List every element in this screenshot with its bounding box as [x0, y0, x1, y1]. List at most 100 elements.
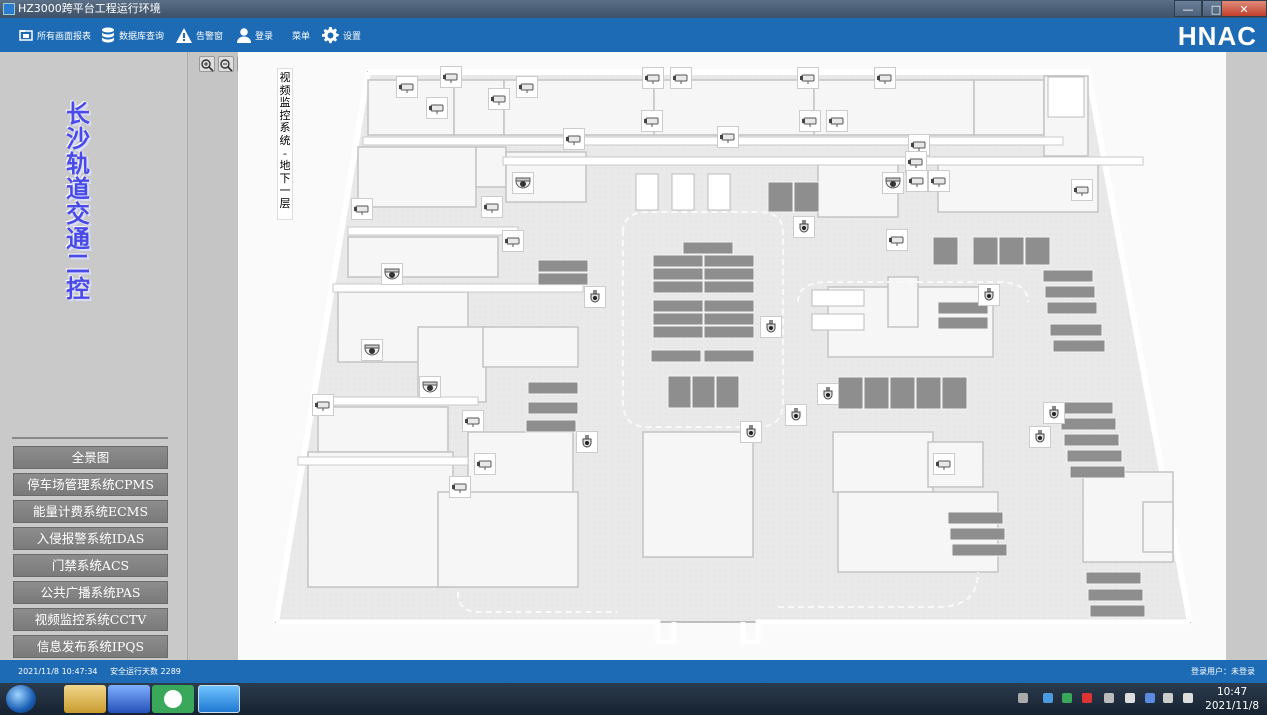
menu-alarm[interactable]: 告警窗 — [176, 18, 223, 52]
bullet-camera-icon[interactable] — [642, 67, 664, 89]
menu-settings[interactable]: 设置 — [322, 18, 361, 52]
nav-acs[interactable]: 门禁系统ACS — [13, 554, 168, 577]
tray-bluetooth-icon[interactable] — [1145, 693, 1155, 703]
nav-cpms[interactable]: 停车场管理系统CPMS — [13, 473, 168, 496]
warning-icon — [176, 27, 192, 43]
bullet-camera-icon[interactable] — [481, 196, 503, 218]
status-login-user: 登录用户：未登录 — [1191, 667, 1255, 676]
dome-camera-icon[interactable] — [381, 263, 403, 285]
menu-bar: 所有画面报表 数据库查询 告警窗 登录 菜单 设置 HNAC — [0, 18, 1267, 52]
ptz-camera-icon[interactable] — [1029, 426, 1051, 448]
bullet-camera-icon[interactable] — [449, 476, 471, 498]
ptz-camera-icon[interactable] — [1043, 402, 1065, 424]
window-title: HZ3000跨平台工程运行环境 — [18, 2, 161, 15]
right-gutter — [1226, 52, 1267, 660]
zoom-in-icon[interactable] — [199, 56, 215, 72]
dome-camera-icon[interactable] — [361, 339, 383, 361]
taskbar-wechat-icon[interactable] — [152, 685, 194, 713]
taskbar-hz3000-icon[interactable] — [198, 685, 240, 713]
taskbar-explorer-icon[interactable] — [64, 685, 106, 713]
status-safe-days: 安全运行天数 2289 — [110, 667, 181, 676]
tray-volume-icon[interactable] — [1163, 693, 1173, 703]
tray-monitor-icon[interactable] — [1104, 693, 1114, 703]
bullet-camera-icon[interactable] — [799, 110, 821, 132]
dome-camera-icon[interactable] — [882, 172, 904, 194]
ptz-camera-icon[interactable] — [785, 404, 807, 426]
bullet-camera-icon[interactable] — [351, 198, 373, 220]
menu-alarm-label: 告警窗 — [196, 31, 224, 42]
divider — [12, 437, 168, 439]
menu-settings-label: 设置 — [343, 31, 362, 42]
clock-date: 2021/11/8 — [1205, 700, 1259, 712]
bullet-camera-icon[interactable] — [874, 67, 896, 89]
status-datetime: 2021/11/8 10:47:34 — [18, 667, 98, 676]
taskbar-clock[interactable]: 10:47 2021/11/8 — [1205, 685, 1259, 713]
database-icon — [102, 27, 114, 43]
bullet-camera-icon[interactable] — [717, 126, 739, 148]
tray-speaker-icon[interactable] — [1082, 693, 1092, 703]
station-title: 长沙轨道交通二控 — [66, 100, 90, 303]
bullet-camera-icon[interactable] — [886, 229, 908, 251]
nav-ipqs[interactable]: 信息发布系统IPQS — [13, 635, 168, 658]
gear-icon — [322, 26, 339, 43]
menu-menu-label: 菜单 — [292, 31, 311, 42]
menu-database[interactable]: 数据库查询 — [101, 18, 164, 52]
dome-camera-icon[interactable] — [419, 376, 441, 398]
nav-ecms[interactable]: 能量计费系统ECMS — [13, 500, 168, 523]
bullet-camera-icon[interactable] — [933, 453, 955, 475]
ptz-camera-icon[interactable] — [793, 216, 815, 238]
bullet-camera-icon[interactable] — [670, 67, 692, 89]
start-button[interactable] — [6, 685, 36, 713]
app-icon — [3, 3, 15, 15]
close-button[interactable]: ✕ — [1221, 0, 1267, 17]
menu-reports[interactable]: 所有画面报表 — [19, 18, 91, 52]
minimize-button[interactable]: — — [1174, 0, 1202, 17]
status-bar: 2021/11/8 10:47:34 安全运行天数 2289 登录用户：未登录 — [0, 660, 1267, 683]
menu-login[interactable]: 登录 — [237, 18, 273, 52]
windows-taskbar: 10:47 2021/11/8 — [0, 683, 1267, 715]
bullet-camera-icon[interactable] — [488, 88, 510, 110]
menu-database-label: 数据库查询 — [119, 31, 165, 42]
zoom-out-icon[interactable] — [218, 56, 234, 72]
menu-menu[interactable]: 菜单 — [292, 18, 310, 52]
tray-battery-icon[interactable] — [1125, 693, 1135, 703]
hnac-logo: HNAC — [1177, 21, 1257, 51]
ptz-camera-icon[interactable] — [760, 316, 782, 338]
bullet-camera-icon[interactable] — [474, 453, 496, 475]
bullet-camera-icon[interactable] — [462, 410, 484, 432]
bullet-camera-icon[interactable] — [396, 76, 418, 98]
nav-cctv[interactable]: 视频监控系统CCTV — [13, 608, 168, 631]
bullet-camera-icon[interactable] — [641, 110, 663, 132]
bullet-camera-icon[interactable] — [1071, 179, 1093, 201]
tray-keyboard-icon[interactable] — [1018, 693, 1028, 703]
bullet-camera-icon[interactable] — [516, 76, 538, 98]
bullet-camera-icon[interactable] — [502, 230, 524, 252]
nav-pas[interactable]: 公共广播系统PAS — [13, 581, 168, 604]
bullet-camera-icon[interactable] — [563, 128, 585, 150]
zoom-toolbar — [188, 52, 253, 660]
dome-camera-icon[interactable] — [512, 172, 534, 194]
bullet-camera-icon[interactable] — [906, 170, 928, 192]
tray-app-icon[interactable] — [1043, 693, 1053, 703]
nav-idas[interactable]: 入侵报警系统IDAS — [13, 527, 168, 550]
report-icon — [19, 30, 33, 41]
ptz-camera-icon[interactable] — [576, 431, 598, 453]
ptz-camera-icon[interactable] — [740, 421, 762, 443]
clock-time: 10:47 — [1216, 686, 1248, 698]
left-panel: 长沙轨道交通二控 全景图 停车场管理系统CPMS 能量计费系统ECMS 入侵报警… — [0, 52, 188, 660]
ptz-camera-icon[interactable] — [817, 383, 839, 405]
bullet-camera-icon[interactable] — [797, 67, 819, 89]
tray-wechat-icon[interactable] — [1062, 693, 1072, 703]
bullet-camera-icon[interactable] — [426, 97, 448, 119]
tray-network-icon[interactable] — [1183, 693, 1193, 703]
bullet-camera-icon[interactable] — [928, 170, 950, 192]
bullet-camera-icon[interactable] — [312, 394, 334, 416]
taskbar-editor-icon[interactable] — [108, 685, 150, 713]
ptz-camera-icon[interactable] — [978, 284, 1000, 306]
nav-panorama[interactable]: 全景图 — [13, 446, 168, 469]
ptz-camera-icon[interactable] — [584, 286, 606, 308]
menu-reports-label: 所有画面报表 — [37, 31, 92, 42]
user-icon — [237, 27, 251, 43]
bullet-camera-icon[interactable] — [440, 66, 462, 88]
bullet-camera-icon[interactable] — [826, 110, 848, 132]
